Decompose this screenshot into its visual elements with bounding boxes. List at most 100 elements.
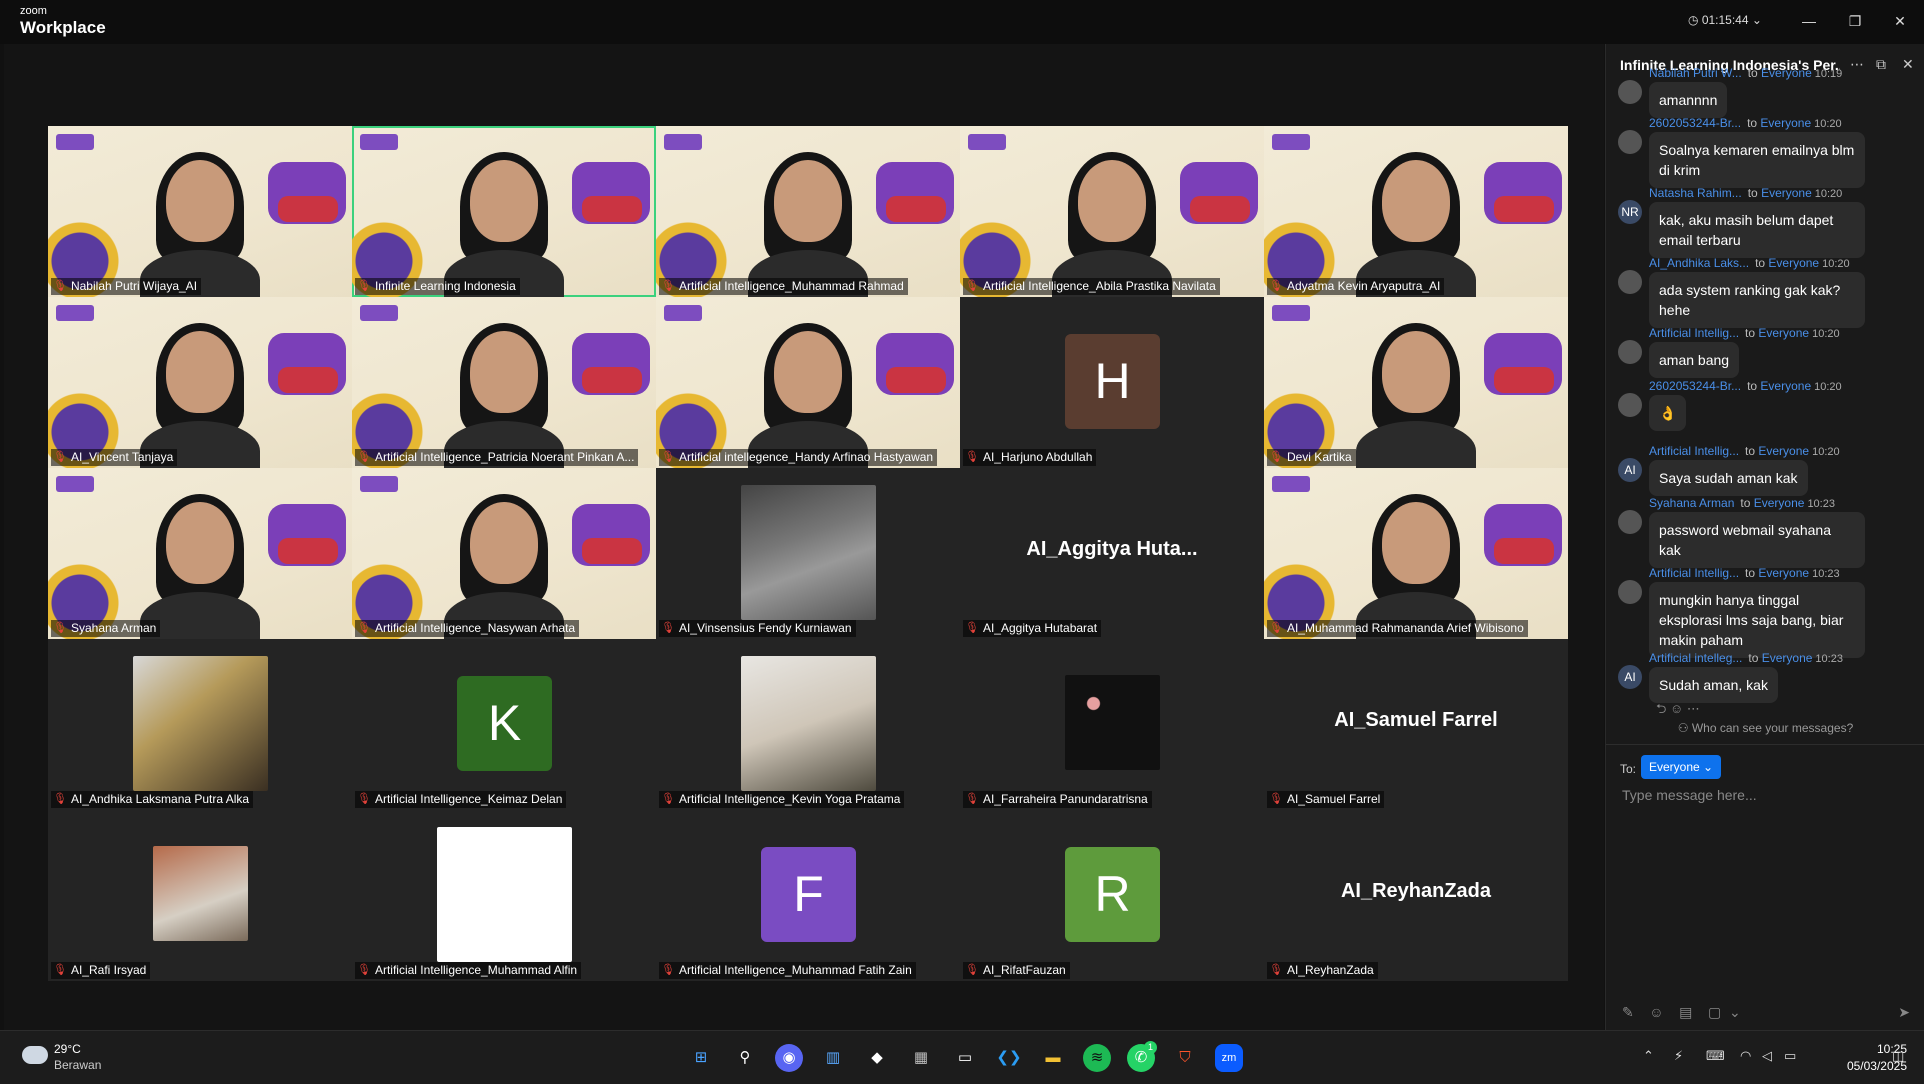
banner-decoration bbox=[278, 367, 338, 393]
participant-name-label: 🎙 AI_Vinsensius Fendy Kurniawan bbox=[659, 620, 856, 637]
close-button[interactable]: ✕ bbox=[1888, 10, 1912, 32]
message-sender[interactable]: 2602053244-Br... bbox=[1649, 379, 1741, 393]
participant-tile[interactable]: R 🎙 AI_RifatFauzan bbox=[960, 810, 1264, 981]
weather-description[interactable]: Berawan bbox=[54, 1058, 101, 1072]
message-sender[interactable]: Artificial Intellig... bbox=[1649, 566, 1739, 580]
command-prompt-icon[interactable]: ▭ bbox=[951, 1044, 979, 1072]
brave-icon[interactable]: ⛉ bbox=[1171, 1044, 1199, 1072]
message-input[interactable]: Type message here... bbox=[1622, 787, 1757, 803]
send-icon[interactable]: ➤ bbox=[1898, 1004, 1910, 1021]
message-sender[interactable]: 2602053244-Br... bbox=[1649, 116, 1741, 130]
message-actions[interactable]: ⮌ ☺ ⋯ bbox=[1656, 700, 1700, 722]
participant-name-label: 🎙 Artificial Intelligence_Abila Prastika … bbox=[963, 278, 1220, 295]
message-sender[interactable]: Syahana Arman bbox=[1649, 496, 1734, 510]
discord-icon[interactable]: ◉ bbox=[775, 1044, 803, 1072]
battery-icon[interactable]: ▭ bbox=[1784, 1048, 1796, 1064]
participant-tile[interactable]: 🎙 AI_Andhika Laksmana Putra Alka bbox=[48, 639, 352, 810]
cloud-icon[interactable] bbox=[22, 1046, 48, 1064]
file-explorer-icon[interactable]: ▬ bbox=[1039, 1044, 1067, 1072]
wifi-icon[interactable]: ◠ bbox=[1740, 1048, 1751, 1064]
divider bbox=[1606, 744, 1924, 745]
participant-tile[interactable]: 🎙 AI_Muhammad Rahmananda Arief Wibisono bbox=[1264, 468, 1568, 639]
message-meta: Natasha Rahim... to Everyone 10:20 bbox=[1649, 186, 1919, 200]
participant-tile[interactable]: 🎙 AI_Farraheira Panundaratrisna bbox=[960, 639, 1264, 810]
meeting-timer[interactable]: ◷ 01:15:44 ⌄ bbox=[1688, 13, 1762, 27]
banner-decoration bbox=[1494, 538, 1554, 564]
zoom-taskbar-icon[interactable]: zm bbox=[1215, 1044, 1243, 1072]
kampus-merdeka-logo bbox=[56, 305, 94, 321]
message-to: to bbox=[1747, 66, 1762, 80]
participant-tile[interactable]: AI_Aggitya Huta... 🎙 AI_Aggitya Hutabarat bbox=[960, 468, 1264, 639]
message-sender[interactable]: Natasha Rahim... bbox=[1649, 186, 1742, 200]
keyboard-icon[interactable]: ⌨ bbox=[1706, 1048, 1725, 1064]
participant-tile[interactable]: 🎙 Infinite Learning Indonesia bbox=[352, 126, 656, 297]
mic-muted-icon: 🎙 bbox=[965, 793, 979, 805]
participant-tile[interactable]: 🎙 AI_Rafi Irsyad bbox=[48, 810, 352, 981]
participant-tile[interactable]: 🎙 Devi Kartika bbox=[1264, 297, 1568, 468]
participant-name: Nabilah Putri Wijaya_AI bbox=[70, 279, 198, 293]
recipient-dropdown[interactable]: Everyone ⌄ bbox=[1641, 755, 1722, 779]
participant-tile[interactable]: F 🎙 Artificial Intelligence_Muhammad Fatih… bbox=[656, 810, 960, 981]
message-meta: Artificial Intellig... to Everyone 10:23 bbox=[1649, 566, 1919, 580]
screenshot-icon[interactable]: ▢ bbox=[1708, 1004, 1721, 1020]
mic-muted-icon: 🎙 bbox=[661, 622, 675, 634]
spotify-icon[interactable]: ≋ bbox=[1083, 1044, 1111, 1072]
participant-tile[interactable]: 🎙 Artificial intellegence_Handy Arfinao H… bbox=[656, 297, 960, 468]
terminal-app-icon[interactable]: ◆ bbox=[863, 1044, 891, 1072]
emoji-icon[interactable]: ☺ bbox=[1649, 1004, 1663, 1020]
message-to: to bbox=[1740, 496, 1754, 510]
mic-muted-icon: 🎙 bbox=[965, 964, 979, 976]
notification-icon[interactable]: ◫ bbox=[1892, 1048, 1904, 1064]
format-icon[interactable]: ✎ bbox=[1622, 1004, 1634, 1020]
message-sender[interactable]: Nabilah Putri W... bbox=[1649, 66, 1742, 80]
who-can-see-link[interactable]: ⚇ Who can see your messages? bbox=[1606, 721, 1924, 735]
participant-tile[interactable]: 🎙 Artificial Intelligence_Nasywan Arhata bbox=[352, 468, 656, 639]
message-sender[interactable]: Artificial intelleg... bbox=[1649, 651, 1742, 665]
notepad-icon[interactable]: ▥ bbox=[819, 1044, 847, 1072]
message-sender[interactable]: AI_Andhika Laks... bbox=[1649, 256, 1749, 270]
search-icon[interactable]: ⚲ bbox=[731, 1044, 759, 1072]
calculator-icon[interactable]: ▦ bbox=[907, 1044, 935, 1072]
recipient-value: Everyone bbox=[1649, 760, 1700, 774]
kampus-merdeka-logo bbox=[360, 476, 398, 492]
participant-tile[interactable]: 🎙 Adyatma Kevin Aryaputra_AI bbox=[1264, 126, 1568, 297]
vscode-icon[interactable]: ❮❯ bbox=[995, 1044, 1023, 1072]
message-text: kak, aku masih belum dapet email terbaru bbox=[1649, 202, 1865, 258]
participant-tile[interactable]: 🎙 Artificial Intelligence_Muhammad Rahmad bbox=[656, 126, 960, 297]
message-time: 10:20 bbox=[1814, 188, 1843, 200]
message-to: to bbox=[1747, 379, 1761, 393]
participant-tile[interactable]: 🎙 Syahana Arman bbox=[48, 468, 352, 639]
message-sender[interactable]: Artificial Intellig... bbox=[1649, 444, 1739, 458]
mic-muted-icon: 🎙 bbox=[357, 964, 371, 976]
network-icon[interactable]: ⚡ bbox=[1674, 1048, 1683, 1064]
file-icon[interactable]: ▤ bbox=[1679, 1004, 1692, 1020]
participant-tile[interactable]: 🎙 AI_Vincent Tanjaya bbox=[48, 297, 352, 468]
title-bar: zoom Workplace ◷ 01:15:44 ⌄ — ❐ ✕ bbox=[0, 0, 1924, 44]
weather-temperature[interactable]: 29°C bbox=[54, 1042, 81, 1056]
participant-tile[interactable]: H 🎙 AI_Harjuno Abdullah bbox=[960, 297, 1264, 468]
volume-icon[interactable]: ◁ bbox=[1762, 1048, 1772, 1064]
participant-tile[interactable]: 🎙 Artificial Intelligence_Patricia Noeran… bbox=[352, 297, 656, 468]
message-recipient: Everyone bbox=[1768, 256, 1820, 270]
windows-start-icon[interactable]: ⊞ bbox=[687, 1044, 715, 1072]
message-text: mungkin hanya tinggal eksplorasi lms saj… bbox=[1649, 582, 1865, 658]
message-sender[interactable]: Artificial Intellig... bbox=[1649, 326, 1739, 340]
chevron-down-icon[interactable]: ⌄ bbox=[1729, 1004, 1741, 1020]
participant-tile[interactable]: 🎙 AI_Vinsensius Fendy Kurniawan bbox=[656, 468, 960, 639]
message-time: 10:20 bbox=[1814, 118, 1842, 130]
restore-button[interactable]: ❐ bbox=[1843, 10, 1867, 32]
minimize-button[interactable]: — bbox=[1797, 10, 1821, 32]
participant-tile[interactable]: 🎙 Artificial Intelligence_Muhammad Alfin bbox=[352, 810, 656, 981]
participant-name-label: 🎙 Artificial Intelligence_Nasywan Arhata bbox=[355, 620, 580, 637]
kampus-merdeka-logo bbox=[664, 305, 702, 321]
participant-tile[interactable]: AI_Samuel Farrel 🎙 AI_Samuel Farrel bbox=[1264, 639, 1568, 810]
participant-tile[interactable]: 🎙 Artificial Intelligence_Kevin Yoga Prat… bbox=[656, 639, 960, 810]
kampus-merdeka-logo bbox=[360, 134, 398, 150]
message-recipient: Everyone bbox=[1758, 444, 1810, 458]
participant-tile[interactable]: 🎙 Nabilah Putri Wijaya_AI bbox=[48, 126, 352, 297]
participant-tile[interactable]: 🎙 Artificial Intelligence_Abila Prastika … bbox=[960, 126, 1264, 297]
participant-name: Devi Kartika bbox=[1286, 450, 1352, 464]
chevron-up-icon[interactable]: ⌃ bbox=[1643, 1048, 1654, 1064]
participant-tile[interactable]: K 🎙 Artificial Intelligence_Keimaz Delan bbox=[352, 639, 656, 810]
participant-tile[interactable]: AI_ReyhanZada 🎙 AI_ReyhanZada bbox=[1264, 810, 1568, 981]
